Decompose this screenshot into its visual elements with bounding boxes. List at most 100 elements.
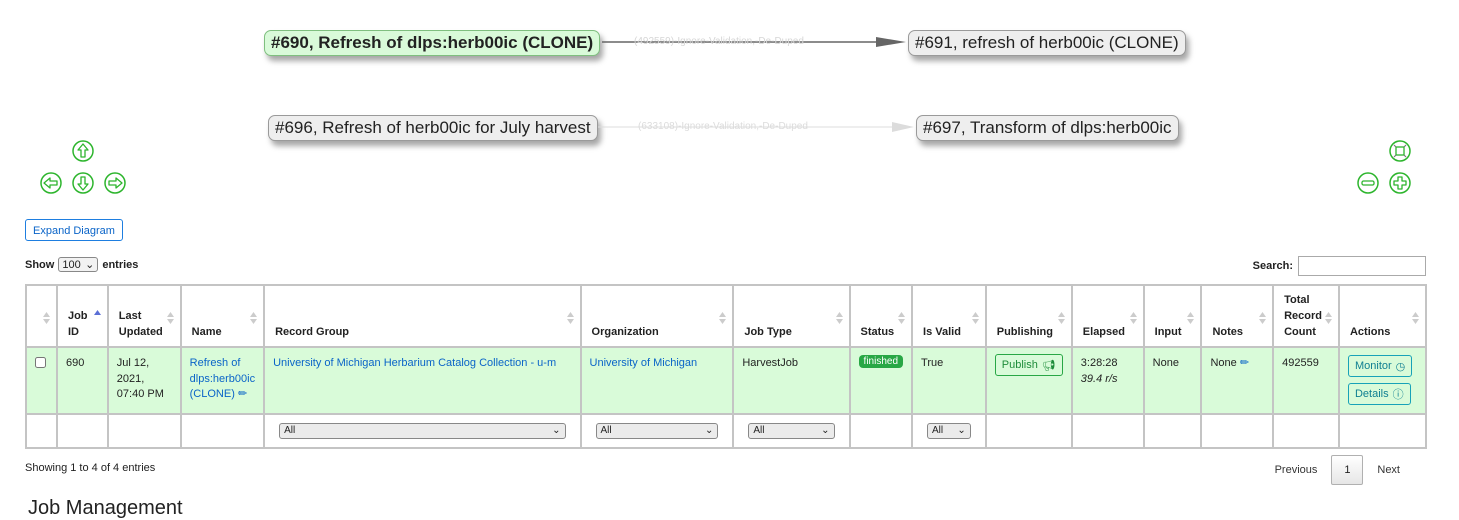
page-1-button[interactable]: 1	[1331, 455, 1364, 485]
page-length-select[interactable]: 100 ⌄	[58, 257, 99, 272]
record-group-filter-select[interactable]: All ⌄	[279, 423, 566, 439]
publish-button[interactable]: Publish 📢︎	[994, 354, 1063, 376]
megaphone-icon: 📢︎	[1041, 359, 1056, 372]
column-header-elapsed[interactable]: Elapsed	[1070, 284, 1145, 348]
pan-left-icon[interactable]	[40, 172, 62, 194]
column-header-job-type[interactable]: Job Type	[732, 284, 851, 348]
zoom-in-icon[interactable]	[1389, 172, 1411, 194]
last-updated-cell: Jul 12, 2021, 07:40 PM	[106, 346, 182, 415]
sort-ascending-icon	[93, 310, 101, 315]
filter-cell-empty	[179, 413, 266, 449]
chevron-down-icon: ⌄	[704, 425, 714, 437]
sort-icon	[1187, 312, 1195, 324]
publishing-cell: Publish 📢︎	[984, 346, 1073, 415]
filter-cell-empty	[984, 413, 1073, 449]
filter-cell-empty	[55, 413, 109, 449]
sort-icon	[250, 312, 258, 324]
edit-notes-pencil-icon[interactable]: ✏︎	[1240, 357, 1249, 369]
column-header-input[interactable]: Input	[1142, 284, 1203, 348]
filter-cell-record-group: All ⌄	[263, 413, 582, 449]
info-icon: ⓘ	[1392, 389, 1404, 401]
entries-label: entries	[102, 258, 139, 271]
row-select-checkbox[interactable]	[35, 357, 46, 368]
sort-icon	[719, 312, 727, 324]
jobs-table: Job ID Last Updated Name Record Group Or…	[25, 284, 1428, 449]
monitor-button[interactable]: Monitor ◷	[1347, 355, 1413, 377]
column-header-name[interactable]: Name	[179, 284, 266, 348]
page-length-control: Show 100 ⌄ entries	[25, 257, 138, 272]
is-valid-filter-select[interactable]: All ⌄	[927, 423, 971, 439]
column-header-actions[interactable]: Actions	[1337, 284, 1428, 348]
filter-row: All ⌄ All ⌄ All ⌄ All ⌄	[25, 413, 1428, 449]
column-header-last-updated[interactable]: Last Updated	[106, 284, 182, 348]
total-record-count-cell: 492559	[1272, 346, 1340, 415]
filter-cell-job-type: All ⌄	[732, 413, 851, 449]
status-cell: finished	[848, 346, 914, 415]
sort-icon	[898, 312, 906, 324]
sort-icon	[1259, 312, 1267, 324]
column-header-total-record-count[interactable]: Total Record Count	[1272, 284, 1340, 348]
chevron-down-icon: ⌄	[821, 425, 830, 437]
job-type-cell: HarvestJob	[732, 346, 851, 415]
table-row: 690 Jul 12, 2021, 07:40 PM Refresh of dl…	[25, 346, 1428, 415]
filter-cell-is-valid: All ⌄	[911, 413, 987, 449]
is-valid-cell: True	[911, 346, 987, 415]
previous-page-button[interactable]: Previous	[1261, 464, 1332, 476]
edit-pencil-icon[interactable]: ✏︎	[238, 388, 247, 400]
actions-cell: Monitor ◷ Details ⓘ	[1337, 346, 1428, 415]
filter-cell-empty	[1142, 413, 1203, 449]
column-header-select[interactable]	[25, 284, 58, 348]
pan-right-icon[interactable]	[104, 172, 126, 194]
column-header-job-id[interactable]: Job ID	[55, 284, 109, 348]
edge-label-690-691: (492559)-Ignore-Validation,-De-Duped	[634, 36, 804, 47]
organization-cell: University of Michigan	[579, 346, 735, 415]
filter-cell-empty	[1200, 413, 1275, 449]
zoom-out-icon[interactable]	[1357, 172, 1379, 194]
filter-cell-empty	[1337, 413, 1428, 449]
notes-value: None	[1210, 357, 1237, 369]
column-header-record-group[interactable]: Record Group	[263, 284, 582, 348]
expand-diagram-button[interactable]: Expand Diagram	[25, 219, 123, 241]
show-label: Show	[25, 258, 55, 271]
edge-label-696-697: (633108)-Ignore-Validation,-De-Duped	[638, 121, 808, 132]
organization-filter-select[interactable]: All ⌄	[595, 423, 719, 439]
column-header-publishing[interactable]: Publishing	[984, 284, 1073, 348]
pan-up-icon[interactable]	[72, 140, 94, 162]
job-lineage-diagram[interactable]: #690, Refresh of dlps:herb00ic (CLONE) #…	[0, 0, 1459, 210]
pagination: Previous 1 Next	[1261, 455, 1414, 485]
table-header-row: Job ID Last Updated Name Record Group Or…	[25, 284, 1428, 348]
row-select-cell	[25, 346, 58, 415]
chevron-down-icon: ⌄	[957, 425, 966, 437]
clock-icon: ◷	[1395, 360, 1406, 373]
details-button[interactable]: Details ⓘ	[1347, 383, 1411, 405]
chevron-down-icon: ⌄	[85, 259, 95, 271]
job-id-cell: 690	[55, 346, 109, 415]
sort-icon	[1412, 312, 1419, 324]
diagram-edges	[598, 37, 914, 132]
pan-down-icon[interactable]	[72, 172, 94, 194]
filter-cell-organization: All ⌄	[579, 413, 735, 449]
chevron-down-icon: ⌄	[552, 425, 561, 437]
next-page-button[interactable]: Next	[1363, 464, 1414, 476]
column-header-is-valid[interactable]: Is Valid	[911, 284, 987, 348]
organization-link[interactable]: University of Michigan	[590, 357, 698, 369]
sort-icon	[1129, 312, 1137, 324]
sort-icon	[971, 312, 979, 324]
search-input[interactable]	[1298, 256, 1426, 276]
fit-to-screen-icon[interactable]	[1389, 140, 1411, 162]
table-info: Showing 1 to 4 of 4 entries	[25, 462, 156, 474]
elapsed-time: 3:28:28	[1080, 357, 1118, 369]
sort-icon	[42, 312, 50, 324]
name-cell: Refresh of dlps:herb00ic (CLONE) ✏︎	[179, 346, 266, 415]
record-group-link[interactable]: University of Michigan Herbarium Catalog…	[273, 357, 556, 369]
job-type-filter-select[interactable]: All ⌄	[748, 423, 835, 439]
column-header-status[interactable]: Status	[848, 284, 914, 348]
filter-cell-empty	[106, 413, 182, 449]
elapsed-cell: 3:28:28 39.4 r/s	[1070, 346, 1145, 415]
column-header-notes[interactable]: Notes	[1200, 284, 1275, 348]
sort-icon	[1324, 312, 1332, 324]
column-header-organization[interactable]: Organization	[579, 284, 735, 348]
filter-cell-empty	[1070, 413, 1145, 449]
filter-cell-empty	[25, 413, 58, 449]
records-per-second: 39.4 r/s	[1080, 372, 1118, 385]
